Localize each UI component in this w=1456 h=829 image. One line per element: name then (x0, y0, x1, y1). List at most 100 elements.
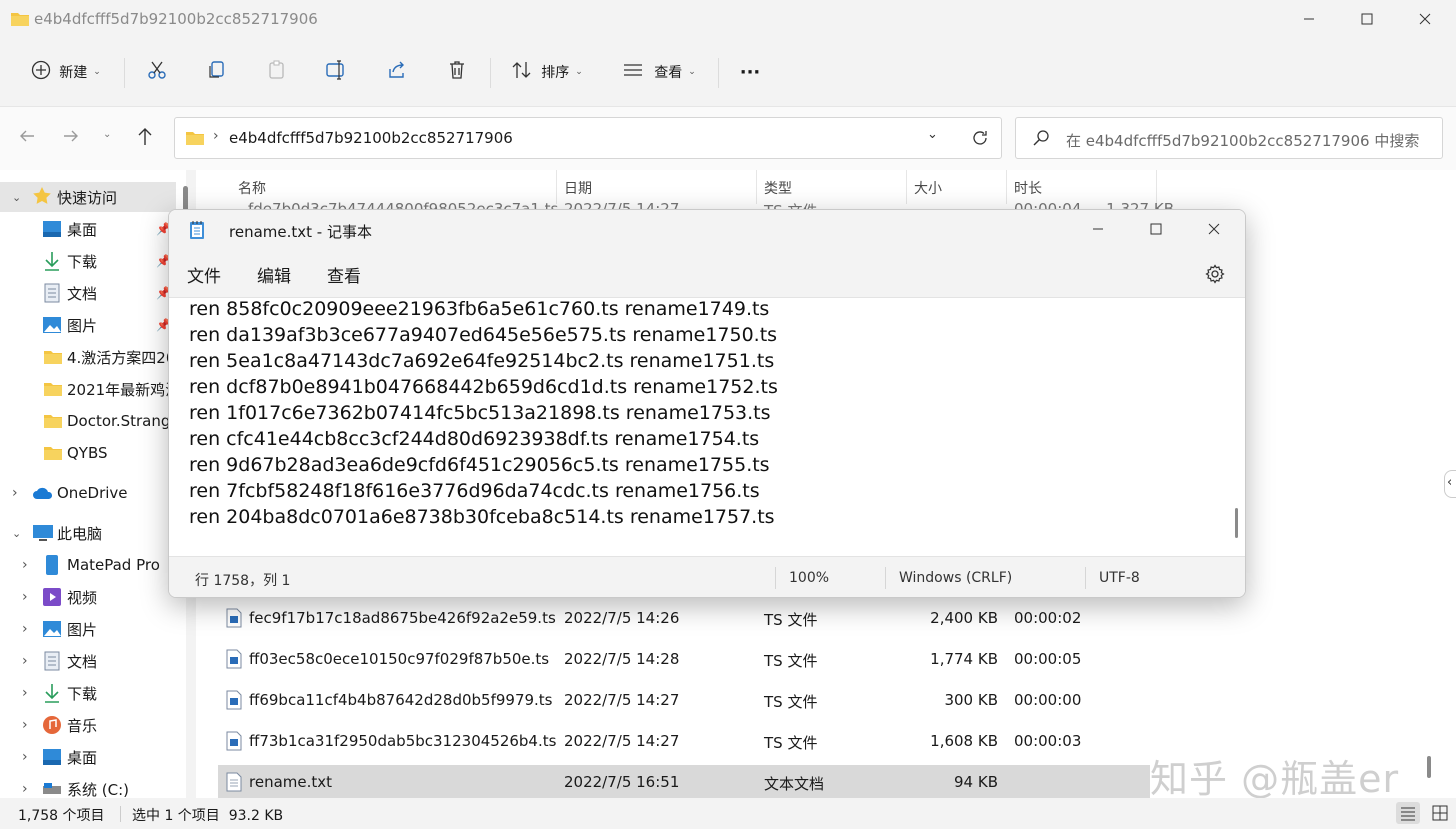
sidebar-item-label: 此电脑 (57, 524, 103, 543)
column-header-size[interactable]: 大小 (914, 178, 942, 198)
sidebar-item-system-drive[interactable]: › 系统 (C:) (0, 774, 180, 799)
chevron-right-icon: › (22, 589, 28, 605)
sidebar-item-quick-access[interactable]: ⌄ 快速访问 (0, 182, 176, 212)
chevron-right-icon: › (22, 717, 28, 733)
details-pane-toggle[interactable]: ‹ (1444, 470, 1456, 498)
close-button[interactable] (1396, 0, 1454, 38)
more-button[interactable]: ··· (730, 54, 770, 90)
chevron-right-icon: › (22, 557, 28, 573)
recent-locations-chevron-icon[interactable]: ⌄ (103, 129, 111, 140)
sidebar-item-videos[interactable]: › 视频 (0, 582, 180, 612)
address-dropdown-icon[interactable]: ⌄ (927, 127, 938, 142)
sidebar-item-matepad[interactable]: › MatePad Pro (0, 550, 180, 580)
file-list-scrollbar-thumb[interactable] (1427, 756, 1431, 778)
notepad-scrollbar-thumb[interactable] (1235, 508, 1238, 538)
search-icon (1032, 129, 1050, 151)
chevron-right-icon: › (22, 621, 28, 637)
notepad-text-area[interactable]: ren 858fc0c20909eee21963fb6a5e61c760.ts … (169, 298, 1245, 556)
sidebar-item-onedrive[interactable]: › OneDrive (0, 478, 180, 508)
sidebar-item-pictures[interactable]: 图片 📌 (0, 310, 180, 340)
refresh-icon[interactable] (970, 128, 990, 152)
notepad-close-button[interactable] (1185, 210, 1243, 248)
back-arrow-icon[interactable] (18, 127, 36, 149)
maximize-button[interactable] (1338, 0, 1396, 38)
toolbar-divider (490, 58, 491, 88)
column-header-duration[interactable]: 时长 (1014, 178, 1042, 198)
up-arrow-icon[interactable] (136, 126, 154, 150)
notepad-maximize-button[interactable] (1127, 210, 1185, 248)
file-type: TS 文件 (764, 611, 818, 629)
sidebar-item-folder[interactable]: QYBS (0, 438, 180, 468)
text-line: ren 5ea1c8a47143dc7a692e64fe92514bc2.ts … (189, 350, 775, 372)
navigation-pane: ⌄ 快速访问 桌面 📌 下载 📌 文档 📌 图片 📌 4.激活方案四20 202… (0, 170, 186, 798)
rename-button[interactable] (320, 54, 354, 90)
cut-button[interactable] (140, 54, 174, 90)
sort-button[interactable]: 排序 ⌄ (504, 54, 590, 90)
sidebar-item-label: 视频 (67, 588, 98, 607)
column-header-name[interactable]: 名称 (238, 178, 266, 198)
table-row[interactable]: ff03ec58c0ece10150c97f029f87b50e.ts 2022… (218, 642, 1150, 676)
ts-file-icon (226, 649, 242, 673)
sidebar-item-folder[interactable]: Doctor.Strange (0, 406, 180, 436)
view-button[interactable]: 查看 ⌄ (614, 54, 704, 90)
file-name: ff03ec58c0ece10150c97f029f87b50e.ts (249, 650, 550, 668)
notepad-minimize-button[interactable] (1069, 210, 1127, 248)
text-line: ren da139af3b3ce677a9407ed645e56e575.ts … (189, 324, 778, 346)
table-row-selected[interactable]: rename.txt 2022/7/5 16:51 文本文档 94 KB (218, 765, 1150, 798)
file-size: 1,608 KB (930, 732, 998, 750)
computer-icon (32, 524, 54, 546)
file-name: fec9f17b17c18ad8675be426f92a2e59.ts (249, 609, 556, 627)
menu-item-edit[interactable]: 编辑 (257, 262, 291, 287)
text-line: ren 204ba8dc0701a6e8738b30fceba8c514.ts … (189, 506, 775, 528)
settings-gear-icon[interactable] (1205, 264, 1225, 288)
sidebar-item-documents[interactable]: › 文档 (0, 646, 180, 676)
chevron-down-icon: ⌄ (93, 67, 101, 77)
notepad-menubar: 文件 编辑 查看 (169, 250, 1245, 298)
minimize-icon (1303, 10, 1315, 29)
breadcrumb-path[interactable]: e4b4dfcfff5d7b92100b2cc852717906 (229, 129, 513, 147)
sort-icon (511, 60, 533, 84)
sidebar-item-label: 下载 (67, 252, 98, 271)
sidebar-item-documents[interactable]: 文档 📌 (0, 278, 180, 308)
minimize-button[interactable] (1280, 0, 1338, 38)
sidebar-item-downloads[interactable]: › 下载 (0, 678, 180, 708)
chevron-down-icon: ⌄ (575, 67, 583, 77)
forward-arrow-icon[interactable] (62, 127, 80, 149)
menu-item-view[interactable]: 查看 (327, 262, 361, 287)
notepad-window: rename.txt - 记事本 文件 编辑 查看 ren 858fc0c209… (168, 209, 1246, 598)
address-bar[interactable]: › e4b4dfcfff5d7b92100b2cc852717906 ⌄ (174, 117, 1002, 159)
column-header-type[interactable]: 类型 (764, 178, 792, 198)
sidebar-item-music[interactable]: › 音乐 (0, 710, 180, 740)
cursor-position: 行 1758，列 1 (195, 573, 291, 589)
share-button[interactable] (380, 54, 414, 90)
table-row[interactable]: ff73b1ca31f2950dab5bc312304526b4.ts 2022… (218, 724, 1150, 758)
sidebar-item-pictures[interactable]: › 图片 (0, 614, 180, 644)
document-icon (44, 651, 60, 675)
notepad-icon (189, 220, 205, 244)
search-box[interactable]: 在 e4b4dfcfff5d7b92100b2cc852717906 中搜索 (1015, 117, 1443, 159)
file-duration: 00:00:00 (1014, 691, 1082, 709)
new-button[interactable]: 新建 ⌄ (22, 54, 110, 90)
table-row[interactable]: ff69bca11cf4b4b87642d28d0b5f9979.ts 2022… (218, 683, 1150, 717)
folder-icon (10, 10, 30, 32)
copy-button[interactable] (200, 54, 234, 90)
menu-item-file[interactable]: 文件 (187, 262, 221, 287)
paste-button[interactable] (260, 54, 294, 90)
details-view-button[interactable] (1396, 802, 1420, 824)
breadcrumb-chevron-icon: › (213, 128, 219, 144)
thumbnail-view-button[interactable] (1428, 802, 1452, 824)
sidebar-item-this-pc[interactable]: ⌄ 此电脑 (0, 518, 180, 548)
sidebar-item-label: 图片 (67, 620, 98, 639)
desktop-icon (42, 748, 62, 770)
file-size: 94 KB (954, 773, 998, 791)
sidebar-item-desktop[interactable]: › 桌面 (0, 742, 180, 772)
sidebar-item-folder[interactable]: 2021年最新鸡汤 (0, 374, 180, 404)
column-header-date[interactable]: 日期 (564, 178, 592, 198)
delete-button[interactable] (440, 54, 474, 90)
sidebar-item-folder[interactable]: 4.激活方案四20 (0, 342, 180, 372)
sidebar-item-downloads[interactable]: 下载 📌 (0, 246, 180, 276)
sidebar-item-desktop[interactable]: 桌面 📌 (0, 214, 180, 244)
file-type: TS 文件 (764, 693, 818, 711)
file-date: 2022/7/5 16:51 (564, 773, 680, 791)
table-row[interactable]: fec9f17b17c18ad8675be426f92a2e59.ts 2022… (218, 601, 1150, 635)
